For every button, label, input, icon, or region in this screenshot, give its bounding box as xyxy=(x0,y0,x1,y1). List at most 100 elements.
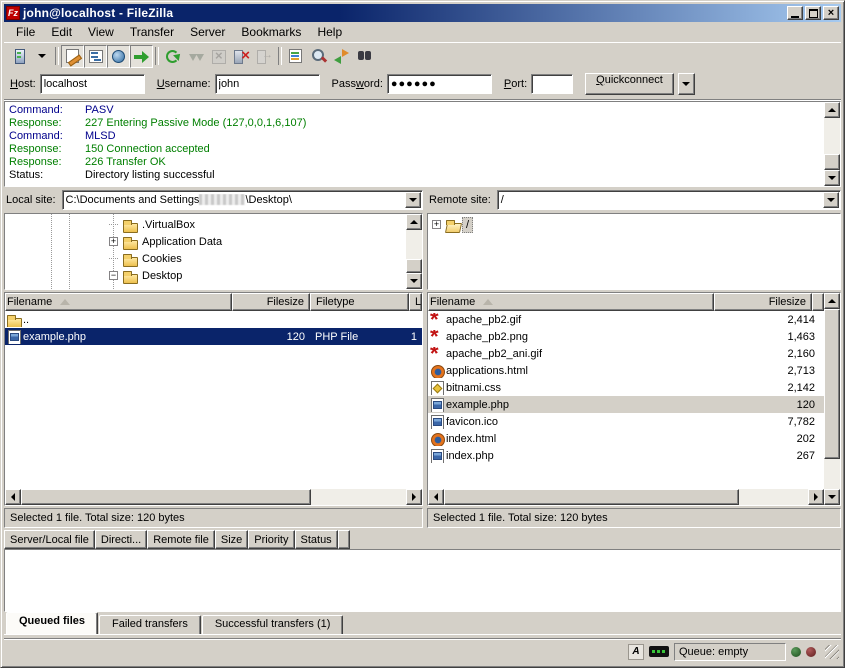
scroll-down-button[interactable] xyxy=(824,170,840,186)
column-header-filetype[interactable]: Filetype xyxy=(310,293,409,311)
file-row[interactable]: apache_pb2_ani.gif 2,160 xyxy=(428,345,824,362)
site-manager-dropdown-button[interactable] xyxy=(30,45,53,68)
file-row[interactable]: index.html 202 xyxy=(428,430,824,447)
scroll-down-button[interactable] xyxy=(824,489,840,505)
queue-column-header[interactable]: Directi... xyxy=(95,530,147,549)
remote-list-vscrollbar[interactable] xyxy=(824,293,840,505)
scrollbar-thumb[interactable] xyxy=(21,489,311,505)
file-row[interactable]: example.php 120 xyxy=(428,396,824,413)
file-row[interactable]: example.php 120 PHP File 1 xyxy=(5,328,422,345)
menu-item[interactable]: Transfer xyxy=(122,23,182,41)
scroll-up-button[interactable] xyxy=(824,102,840,118)
tree-expander[interactable] xyxy=(109,237,118,246)
cancel-operation-button[interactable] xyxy=(207,45,230,68)
file-row[interactable]: applications.html 2,713 xyxy=(428,362,824,379)
scroll-left-button[interactable] xyxy=(5,489,21,505)
toggle-local-tree-button[interactable] xyxy=(84,45,107,68)
synchronized-browsing-button[interactable] xyxy=(330,45,353,68)
scroll-up-button[interactable] xyxy=(406,214,422,230)
scrollbar-thumb[interactable] xyxy=(824,154,840,170)
disconnect-button[interactable] xyxy=(230,45,253,68)
menu-item[interactable]: Bookmarks xyxy=(233,23,309,41)
remote-list-hscrollbar[interactable] xyxy=(428,489,824,505)
local-list-hscrollbar[interactable] xyxy=(5,489,422,505)
remote-site-dropdown-button[interactable] xyxy=(823,192,839,208)
speed-limit-icon[interactable] xyxy=(649,646,669,657)
password-input[interactable] xyxy=(387,74,492,94)
toolbar-button[interactable] xyxy=(153,45,161,68)
local-site-combo[interactable]: C:\Documents and Settings\Desktop\ xyxy=(62,190,423,210)
close-button[interactable]: × xyxy=(823,6,839,20)
reconnect-button[interactable] xyxy=(253,45,276,68)
maximize-button[interactable] xyxy=(805,6,821,20)
queue-column-header[interactable]: Size xyxy=(215,530,248,549)
file-row[interactable]: index.php 267 xyxy=(428,447,824,464)
tree-expander[interactable] xyxy=(109,224,118,225)
site-manager-button[interactable] xyxy=(7,45,30,68)
scrollbar-thumb[interactable] xyxy=(444,489,739,505)
directory-filters-button[interactable] xyxy=(284,45,307,68)
menu-item[interactable]: File xyxy=(8,23,43,41)
tree-expander[interactable] xyxy=(109,258,118,259)
message-log-scrollbar[interactable] xyxy=(824,102,840,186)
tree-expander[interactable] xyxy=(432,220,441,229)
port-input[interactable] xyxy=(531,74,573,94)
column-header-filename[interactable]: Filename xyxy=(428,293,714,311)
quickconnect-button[interactable]: Quickconnect xyxy=(585,73,674,95)
menu-item[interactable]: Server xyxy=(182,23,233,41)
tree-item[interactable]: .VirtualBox xyxy=(5,216,406,233)
tree-item[interactable]: Cookies xyxy=(5,250,406,267)
scroll-right-button[interactable] xyxy=(808,489,824,505)
queue-column-header[interactable]: Server/Local file xyxy=(4,530,95,549)
scroll-right-button[interactable] xyxy=(406,489,422,505)
directory-comparison-button[interactable] xyxy=(307,45,330,68)
file-row[interactable]: favicon.ico 7,782 xyxy=(428,413,824,430)
menu-item[interactable]: View xyxy=(80,23,122,41)
column-header-filename[interactable]: Filename xyxy=(5,293,232,311)
local-site-dropdown-button[interactable] xyxy=(405,192,421,208)
host-label: Host: xyxy=(10,78,36,90)
process-queue-button[interactable] xyxy=(184,45,207,68)
find-files-button[interactable] xyxy=(353,45,376,68)
scrollbar-thumb[interactable] xyxy=(406,259,422,273)
queue-column-header[interactable]: Remote file xyxy=(147,530,215,549)
toolbar-button[interactable] xyxy=(276,45,284,68)
toggle-transfer-queue-button[interactable] xyxy=(130,45,153,68)
data-type-indicator-icon[interactable]: A xyxy=(628,644,644,660)
tab-successful-transfers[interactable]: Successful transfers (1) xyxy=(202,615,344,634)
remote-site-combo[interactable]: / xyxy=(497,190,841,210)
tree-item[interactable]: Desktop xyxy=(5,267,406,284)
minimize-button[interactable] xyxy=(787,6,803,20)
column-header-filesize[interactable]: Filesize xyxy=(232,293,310,311)
scrollbar-thumb[interactable] xyxy=(824,309,840,459)
resize-grip[interactable] xyxy=(825,645,839,659)
column-header-filesize[interactable]: Filesize xyxy=(714,293,812,311)
host-input[interactable] xyxy=(40,74,145,94)
transfer-queue-body[interactable] xyxy=(4,549,841,612)
toolbar-button[interactable] xyxy=(53,45,61,68)
menu-item[interactable]: Edit xyxy=(43,23,80,41)
toggle-message-log-button[interactable] xyxy=(61,45,84,68)
file-row[interactable]: .. xyxy=(5,311,422,328)
local-tree-scrollbar[interactable] xyxy=(406,214,422,289)
scroll-left-button[interactable] xyxy=(428,489,444,505)
file-row[interactable]: apache_pb2.png 1,463 xyxy=(428,328,824,345)
column-header-lastmodified[interactable]: L xyxy=(409,293,422,311)
menu-item[interactable]: Help xyxy=(309,23,350,41)
file-row[interactable]: bitnami.css 2,142 xyxy=(428,379,824,396)
scroll-down-button[interactable] xyxy=(406,273,422,289)
queue-column-header[interactable]: Status xyxy=(295,530,338,549)
tree-item[interactable]: Application Data xyxy=(5,233,406,250)
quickconnect-dropdown-button[interactable] xyxy=(678,73,695,95)
scroll-up-button[interactable] xyxy=(824,293,840,309)
tab-failed-transfers[interactable]: Failed transfers xyxy=(99,615,201,634)
tree-item[interactable]: / xyxy=(428,216,840,233)
refresh-button[interactable] xyxy=(161,45,184,68)
file-row[interactable]: apache_pb2.gif 2,414 xyxy=(428,311,824,328)
queue-column-header[interactable] xyxy=(338,530,350,549)
queue-column-header[interactable]: Priority xyxy=(248,530,294,549)
tab-queued-files[interactable]: Queued files xyxy=(6,612,98,634)
username-input[interactable] xyxy=(215,74,320,94)
toggle-remote-tree-button[interactable] xyxy=(107,45,130,68)
tree-expander[interactable] xyxy=(109,271,118,280)
